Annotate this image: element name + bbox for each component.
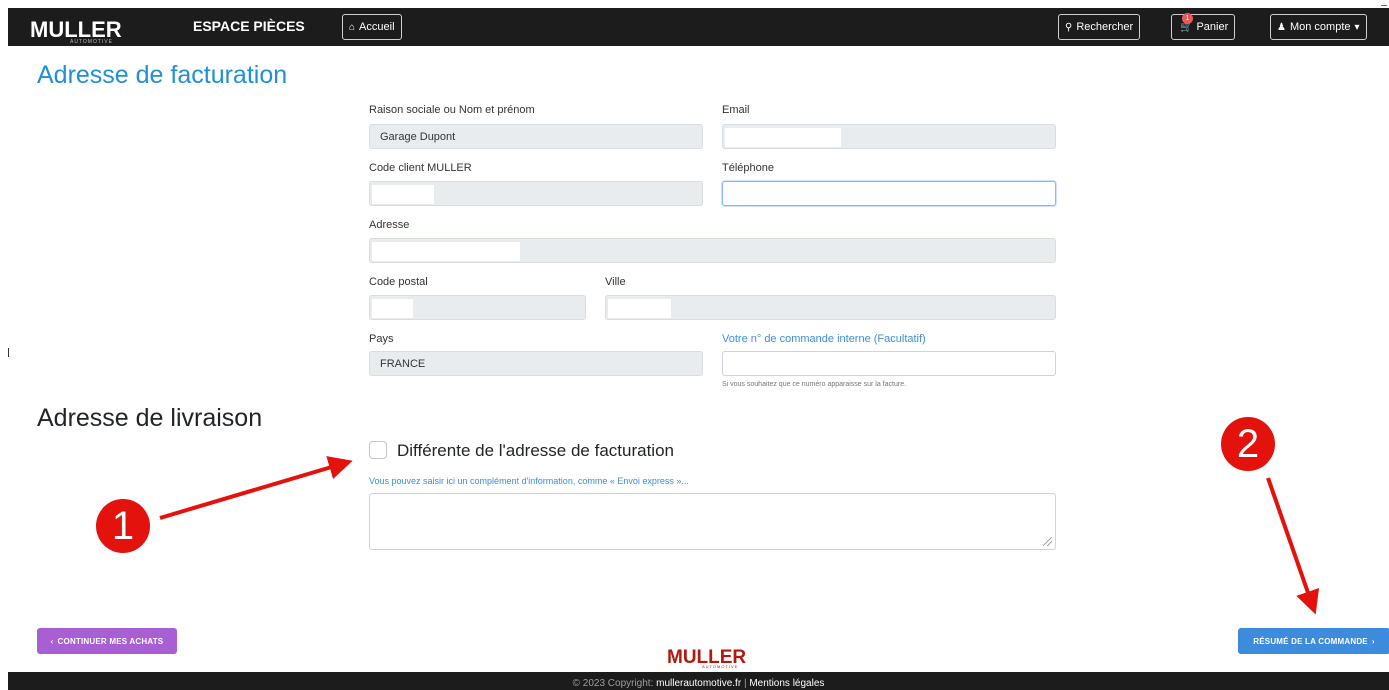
company-label: Raison sociale ou Nom et prénom xyxy=(369,104,535,116)
country-label: Pays xyxy=(369,333,394,345)
chevron-left-icon: ‹ xyxy=(50,636,54,646)
country-field[interactable]: FRANCE xyxy=(369,351,703,376)
address-label: Adresse xyxy=(369,219,410,231)
top-navbar: MULLER AUTOMOTIVE ESPACE PIÈCES ⌂ Accuei… xyxy=(8,8,1389,46)
resize-grip-icon[interactable] xyxy=(1043,537,1052,546)
home-label: Accueil xyxy=(359,21,395,33)
redacted-city xyxy=(608,299,671,318)
caret-down-icon: ▾ xyxy=(1354,21,1360,33)
arrow-to-checkbox xyxy=(159,456,353,520)
redacted-address xyxy=(372,242,520,261)
search-button[interactable]: ⚲ Rechercher xyxy=(1058,14,1141,40)
footer-bar: © 2023 Copyright: mullerautomotive.fr | … xyxy=(8,672,1389,690)
client-code-label: Code client MULLER xyxy=(369,162,472,174)
redacted-postal xyxy=(372,299,413,318)
city-field[interactable] xyxy=(605,295,1056,320)
redacted-client-code xyxy=(372,185,434,204)
email-label: Email xyxy=(722,104,750,116)
client-code-field[interactable] xyxy=(369,181,703,206)
user-icon: ♟ xyxy=(1277,21,1286,33)
corner-mark xyxy=(1381,0,1387,6)
phone-field[interactable] xyxy=(722,181,1056,206)
postal-label: Code postal xyxy=(369,276,428,288)
email-field[interactable] xyxy=(722,124,1056,149)
annotation-marker-2: 2 xyxy=(1221,417,1275,471)
muller-logo[interactable]: MULLER AUTOMOTIVE xyxy=(30,17,122,45)
continue-label: CONTINUER MES ACHATS xyxy=(57,636,164,646)
search-icon: ⚲ xyxy=(1065,21,1073,33)
copyright-text: © 2023 Copyright: xyxy=(572,678,654,689)
delivery-note-hint: Vous pouvez saisir ici un complément d'i… xyxy=(369,476,689,486)
cart-count-badge: 1 xyxy=(1182,13,1193,24)
section-title[interactable]: ESPACE PIÈCES xyxy=(193,18,305,34)
edge-mark xyxy=(8,348,9,357)
company-field[interactable]: Garage Dupont xyxy=(369,124,703,149)
phone-label: Téléphone xyxy=(722,162,774,174)
footer-logo: MULLER AUTOMOTIVE xyxy=(667,647,746,669)
annotation-arrows xyxy=(159,456,1320,615)
delivery-note-textarea[interactable] xyxy=(369,493,1056,550)
city-label: Ville xyxy=(605,276,626,288)
order-ref-label: Votre n° de commande interne (Facultatif… xyxy=(722,333,926,345)
redacted-email xyxy=(725,128,841,147)
company-value: Garage Dupont xyxy=(380,131,456,143)
search-label: Rechercher xyxy=(1076,21,1134,33)
annotation-marker-1: 1 xyxy=(96,499,150,553)
billing-heading: Adresse de facturation xyxy=(37,61,288,89)
order-ref-field[interactable] xyxy=(722,351,1056,376)
home-button[interactable]: ⌂ Accueil xyxy=(342,14,402,40)
footer-separator: | xyxy=(743,678,747,689)
account-dropdown[interactable]: ♟ Mon compte ▾ xyxy=(1270,14,1367,40)
country-value: FRANCE xyxy=(380,358,426,370)
cart-button[interactable]: 🛒 1 Panier xyxy=(1171,13,1236,40)
footer-logo-subtext: AUTOMOTIVE xyxy=(702,664,739,669)
checkout-page: MULLER AUTOMOTIVE ESPACE PIÈCES ⌂ Accuei… xyxy=(0,0,1389,690)
resume-label: RÉSUMÉ DE LA COMMANDE xyxy=(1253,636,1368,646)
different-address-checkbox[interactable] xyxy=(369,441,387,459)
continue-shopping-button[interactable]: ‹ CONTINUER MES ACHATS xyxy=(37,628,177,654)
site-link[interactable]: mullerautomotive.fr xyxy=(656,678,741,689)
order-ref-help: Si vous souhaitez que ce numéro apparais… xyxy=(722,381,907,388)
delivery-heading: Adresse de livraison xyxy=(37,404,263,432)
postal-field[interactable] xyxy=(369,295,586,320)
cart-label: Panier xyxy=(1196,21,1229,33)
home-icon: ⌂ xyxy=(349,21,356,33)
address-field[interactable] xyxy=(369,238,1056,263)
different-address-label[interactable]: Différente de l'adresse de facturation xyxy=(397,441,674,461)
legal-link[interactable]: Mentions légales xyxy=(749,678,824,689)
chevron-right-icon: › xyxy=(1371,636,1375,646)
arrow-to-resume-button xyxy=(1266,477,1320,615)
logo-subtext: AUTOMOTIVE xyxy=(70,39,113,45)
account-label: Mon compte xyxy=(1289,21,1351,33)
order-summary-button[interactable]: RÉSUMÉ DE LA COMMANDE › xyxy=(1238,628,1389,654)
